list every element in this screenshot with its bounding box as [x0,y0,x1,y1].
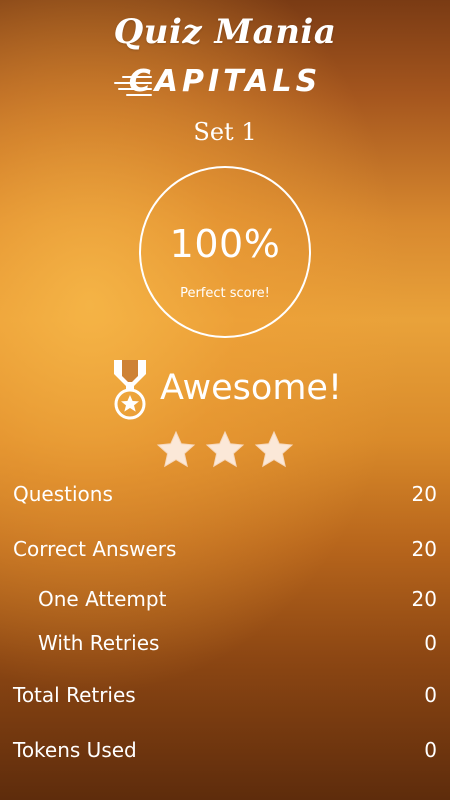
category-title: CAPITALS [128,64,322,99]
stat-label: Total Retries [13,683,136,707]
stat-label: Tokens Used [13,738,137,762]
stat-value: 0 [424,683,437,707]
stat-value: 20 [411,482,437,506]
stat-value: 0 [424,631,437,655]
stat-row-tokens-used: Tokens Used 0 [13,736,437,764]
stat-row-one-attempt: One Attempt 20 [13,585,437,613]
stat-row-correct-answers: Correct Answers 20 [13,535,437,563]
star-rating [0,430,450,474]
stat-row-with-retries: With Retries 0 [13,629,437,657]
medal-icon [114,360,146,420]
stat-label: With Retries [38,631,160,655]
app-title: Quiz Mania [113,12,337,52]
result-text: Awesome! [160,368,342,408]
stat-value: 20 [411,537,437,561]
star-icon [254,430,294,468]
star-icon [156,430,196,468]
score-circle: 100% Perfect score! [139,166,311,338]
stat-label: One Attempt [38,587,167,611]
set-label: Set 1 [193,118,257,146]
score-percent: 100% [169,222,281,266]
stat-value: 20 [411,587,437,611]
stat-row-total-retries: Total Retries 0 [13,681,437,709]
star-icon [205,430,245,468]
stat-label: Correct Answers [13,537,177,561]
stat-row-questions: Questions 20 [13,480,437,508]
stat-label: Questions [13,482,113,506]
stat-value: 0 [424,738,437,762]
score-caption: Perfect score! [180,286,270,301]
